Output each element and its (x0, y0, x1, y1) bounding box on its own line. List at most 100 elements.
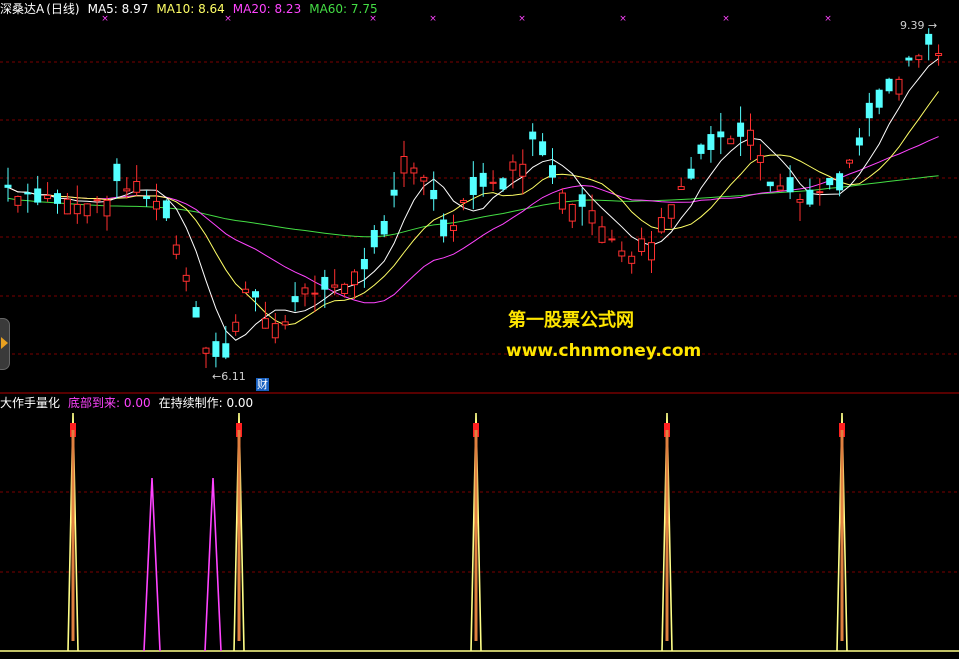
candle-body (103, 199, 111, 217)
candle-body (440, 219, 448, 237)
candle-body (568, 204, 576, 222)
ma60-label: MA60: 7.75 (309, 2, 378, 16)
candle-body (301, 287, 309, 295)
candle-body (192, 307, 200, 318)
candle-body (261, 318, 269, 329)
candle-body (172, 244, 180, 255)
candle-body (806, 189, 814, 205)
marker-x: × (722, 14, 730, 24)
high-price-annotation: 9.39 → (900, 19, 938, 32)
candle-body (509, 161, 517, 171)
side-expand-tab[interactable] (0, 318, 10, 370)
arrow-right-icon: → (928, 19, 938, 32)
candle-body (628, 255, 636, 264)
candle-body (380, 220, 388, 235)
candle-body (232, 321, 240, 332)
candle-body (420, 176, 428, 182)
candle-body (697, 144, 705, 154)
marker-x: × (518, 14, 526, 24)
candle-body (796, 199, 804, 203)
sub-chart-title: 大作手量化 (0, 396, 61, 410)
watermark-url: www.chnmoney.com (506, 341, 702, 361)
candle-body (54, 193, 61, 204)
candle-body (321, 276, 329, 290)
marker-x: × (824, 14, 832, 24)
finance-badge[interactable]: 财 (256, 378, 269, 391)
candle-body (34, 188, 42, 203)
candle-body (311, 292, 319, 295)
candle-body (826, 177, 834, 186)
candle-body (63, 198, 71, 215)
candle-body (549, 165, 556, 178)
candle-body (836, 173, 844, 191)
bottom-signal-label: 底部到来: 0.00 (68, 396, 151, 410)
candle-body (430, 189, 438, 200)
candle-body (93, 199, 101, 202)
candle-body (14, 195, 22, 206)
candle-body (598, 226, 606, 243)
candle-body (519, 163, 527, 177)
sub-chart-header: 大作手量化 底部到来: 0.00 在持续制作: 0.00 (0, 396, 261, 410)
candle-body (905, 57, 913, 61)
continue-signal-label: 在持续制作: 0.00 (158, 396, 254, 410)
candle-body (291, 296, 299, 303)
candle-body (410, 167, 418, 174)
candle-body (252, 291, 259, 298)
candle-body (747, 129, 754, 146)
candle-body (875, 89, 883, 108)
candle-body (687, 168, 695, 179)
candle-body (341, 283, 349, 294)
candle-body (281, 321, 289, 326)
candle-body (143, 196, 151, 199)
chart-canvas[interactable]: × × × × × × × × (0, 0, 959, 659)
chart-period: (日线) (46, 2, 80, 16)
bottom-signal-spike (143, 477, 161, 652)
candle-body (469, 176, 477, 195)
candle-body (113, 163, 121, 182)
arrow-right-icon (1, 337, 8, 349)
candle-body (786, 177, 794, 193)
candle-body (360, 259, 368, 270)
candle-body (529, 131, 537, 140)
arrow-left-icon: ← (212, 370, 222, 383)
candle-body (390, 189, 398, 196)
candle-body (153, 200, 160, 210)
candle-body (331, 284, 339, 288)
marker-x: × (429, 14, 437, 24)
stock-name: 深桑达A (0, 2, 45, 16)
candle-body (539, 141, 547, 156)
candle-body (855, 137, 863, 146)
candle-body (717, 131, 725, 138)
candle-body (222, 343, 230, 358)
candle-body (351, 271, 358, 286)
candle-body (895, 78, 903, 95)
candle-body (578, 194, 586, 207)
candle-body (707, 134, 715, 150)
candle-body (212, 341, 220, 357)
candle-body (202, 347, 210, 354)
candle-body (459, 199, 467, 204)
candle-body (638, 238, 646, 252)
candle-body (83, 203, 91, 217)
marker-x: × (619, 14, 627, 24)
ma10-label: MA10: 8.64 (156, 2, 225, 16)
ma20-label: MA20: 8.23 (232, 2, 302, 16)
candle-body (123, 188, 131, 192)
candle-body (73, 203, 81, 215)
candle-body (499, 178, 507, 190)
candle-body (162, 200, 170, 219)
candle-body (865, 102, 873, 119)
candle-body (935, 53, 943, 56)
candle-body (846, 159, 853, 164)
candle-body (400, 156, 408, 174)
candle-body (776, 185, 784, 191)
watermark-title: 第一股票公式网 (508, 310, 634, 331)
candle-body (450, 225, 457, 231)
candle-body (370, 230, 378, 248)
candle-body (4, 184, 12, 188)
candle-body (608, 238, 616, 241)
candle-body (766, 181, 774, 187)
bottom-signal-spike (204, 477, 222, 652)
candle-body (667, 204, 675, 219)
candle-body (657, 217, 665, 233)
